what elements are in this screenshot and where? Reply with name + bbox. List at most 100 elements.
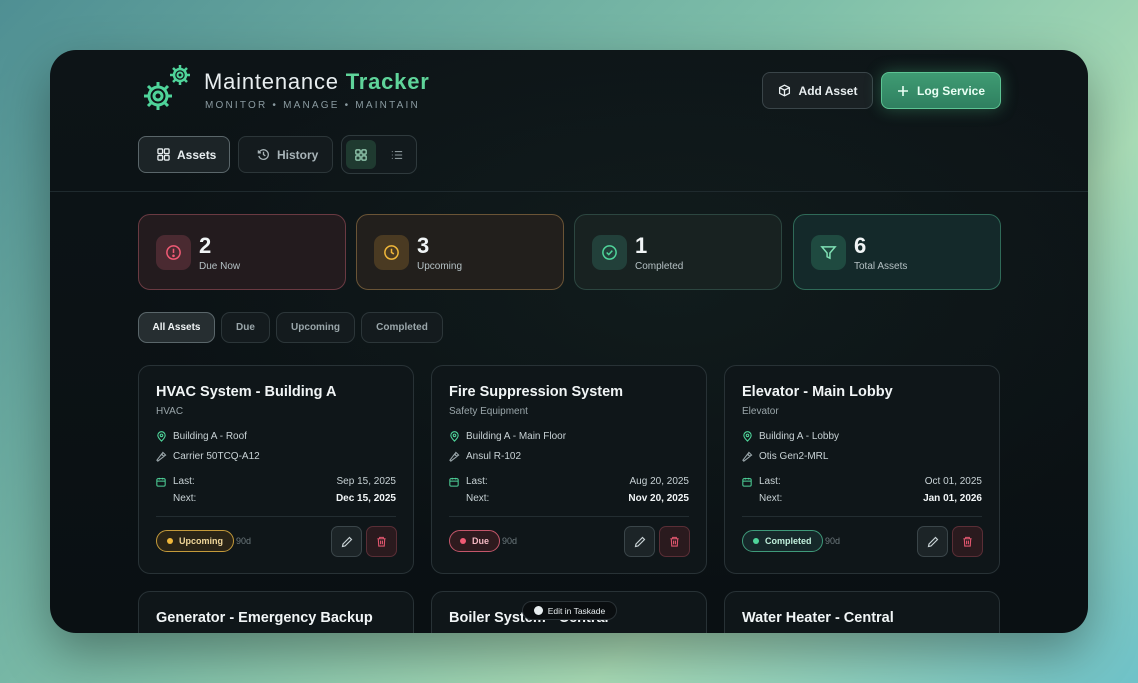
status-badge: Completed [742, 530, 823, 552]
asset-name: Generator - Emergency Backup [156, 610, 373, 626]
asset-model: Otis Gen2-MRL [742, 451, 828, 462]
title-main: Maintenance [204, 69, 339, 94]
asset-card[interactable]: Water Heater - Central [724, 591, 1000, 633]
page-subtitle: MONITOR • MANAGE • MAINTAIN [205, 100, 420, 111]
view-toggle [341, 135, 417, 174]
asset-card[interactable]: HVAC System - Building A HVAC Building A… [138, 365, 414, 574]
asset-model: Carrier 50TCQ-A12 [156, 451, 260, 462]
asset-card[interactable]: Generator - Emergency Backup [138, 591, 414, 633]
asset-card[interactable]: Elevator - Main Lobby Elevator Building … [724, 365, 1000, 574]
grid-icon [355, 148, 367, 161]
status-dot [460, 538, 466, 544]
wrench-icon [449, 451, 460, 462]
asset-model: Ansul R-102 [449, 451, 521, 462]
stat-value: 3 [417, 233, 430, 258]
status-text: Due [472, 536, 490, 546]
filter-icon [811, 235, 846, 270]
last-date: Aug 20, 2025 [629, 476, 690, 487]
location-text: Building A - Lobby [759, 431, 840, 442]
list-view-button[interactable] [382, 140, 412, 169]
stat-label: Upcoming [417, 261, 463, 272]
asset-category: HVAC [156, 406, 184, 417]
next-label: Next: [466, 493, 490, 504]
next-label: Next: [759, 493, 783, 504]
calendar-icon [156, 477, 166, 487]
asset-name: HVAC System - Building A [156, 384, 337, 400]
filter-completed[interactable]: Completed [361, 312, 443, 343]
map-pin-icon [743, 431, 752, 442]
last-date: Oct 01, 2025 [924, 476, 982, 487]
service-interval: 90d [825, 536, 841, 546]
delete-button[interactable] [659, 526, 690, 557]
log-service-label: Log Service [916, 83, 986, 98]
stat-completed[interactable]: 1 Completed [574, 214, 782, 290]
header: Maintenance Tracker MONITOR • MANAGE • M… [50, 50, 1088, 192]
edit-in-taskade-badge[interactable]: Edit in Taskade [522, 601, 617, 620]
grid-view-button[interactable] [346, 140, 376, 169]
asset-name: Elevator - Main Lobby [742, 384, 893, 400]
asset-location: Building A - Main Floor [449, 431, 566, 442]
taskade-badge-label: Edit in Taskade [547, 605, 606, 616]
trash-icon [670, 536, 679, 547]
edit-button[interactable] [917, 526, 948, 557]
tab-assets-label: Assets [177, 147, 217, 162]
asset-name: Fire Suppression System [449, 384, 624, 400]
trash-icon [377, 536, 386, 547]
asset-card[interactable]: Fire Suppression System Safety Equipment… [431, 365, 707, 574]
plus-icon [897, 85, 908, 96]
stat-total-assets[interactable]: 6 Total Assets [793, 214, 1001, 290]
model-text: Ansul R-102 [466, 451, 522, 462]
divider [742, 516, 982, 517]
next-date: Nov 20, 2025 [628, 493, 689, 504]
wrench-icon [156, 451, 167, 462]
filter-all-assets[interactable]: All Assets [138, 312, 215, 343]
edit-button[interactable] [331, 526, 362, 557]
pencil-icon [341, 536, 352, 547]
service-interval: 90d [236, 536, 252, 546]
stat-value: 1 [635, 233, 648, 258]
tab-history[interactable]: History [238, 136, 333, 173]
filter-due[interactable]: Due [221, 312, 270, 343]
log-service-button[interactable]: Log Service [881, 72, 1001, 109]
service-interval: 90d [502, 536, 518, 546]
list-icon [391, 150, 403, 159]
wrench-icon [742, 451, 753, 462]
box-icon [778, 84, 790, 97]
add-asset-button[interactable]: Add Asset [762, 72, 873, 109]
delete-button[interactable] [366, 526, 397, 557]
filter-upcoming[interactable]: Upcoming [276, 312, 355, 343]
edit-button[interactable] [624, 526, 655, 557]
location-text: Building A - Roof [173, 431, 247, 442]
pencil-icon [634, 536, 645, 547]
trash-icon [963, 536, 972, 547]
status-dot [753, 538, 759, 544]
title-accent: Tracker [345, 69, 430, 94]
next-date: Dec 15, 2025 [335, 493, 396, 504]
next-date: Jan 01, 2026 [923, 493, 982, 504]
asset-category: Elevator [742, 406, 779, 417]
status-text: Upcoming [179, 536, 223, 546]
taskade-logo-icon [533, 606, 543, 615]
divider [156, 516, 396, 517]
asset-location: Building A - Roof [156, 431, 247, 442]
gears-icon [144, 65, 190, 110]
delete-button[interactable] [952, 526, 983, 557]
asset-category: Safety Equipment [449, 406, 528, 417]
divider [449, 516, 689, 517]
asset-name: Water Heater - Central [742, 610, 894, 626]
next-label: Next: [173, 493, 197, 504]
app-window: Maintenance Tracker MONITOR • MANAGE • M… [50, 50, 1088, 633]
stat-label: Completed [635, 261, 684, 272]
add-asset-label: Add Asset [798, 83, 858, 98]
model-text: Otis Gen2-MRL [759, 451, 829, 462]
map-pin-icon [157, 431, 166, 442]
grid-icon [157, 148, 170, 161]
status-dot [167, 538, 173, 544]
last-label: Last: [759, 476, 781, 487]
alert-circle-icon [156, 235, 191, 270]
stat-due-now[interactable]: 2 Due Now [138, 214, 346, 290]
last-label: Last: [173, 476, 195, 487]
tab-assets[interactable]: Assets [138, 136, 230, 173]
model-text: Carrier 50TCQ-A12 [173, 451, 260, 462]
stat-upcoming[interactable]: 3 Upcoming [356, 214, 564, 290]
